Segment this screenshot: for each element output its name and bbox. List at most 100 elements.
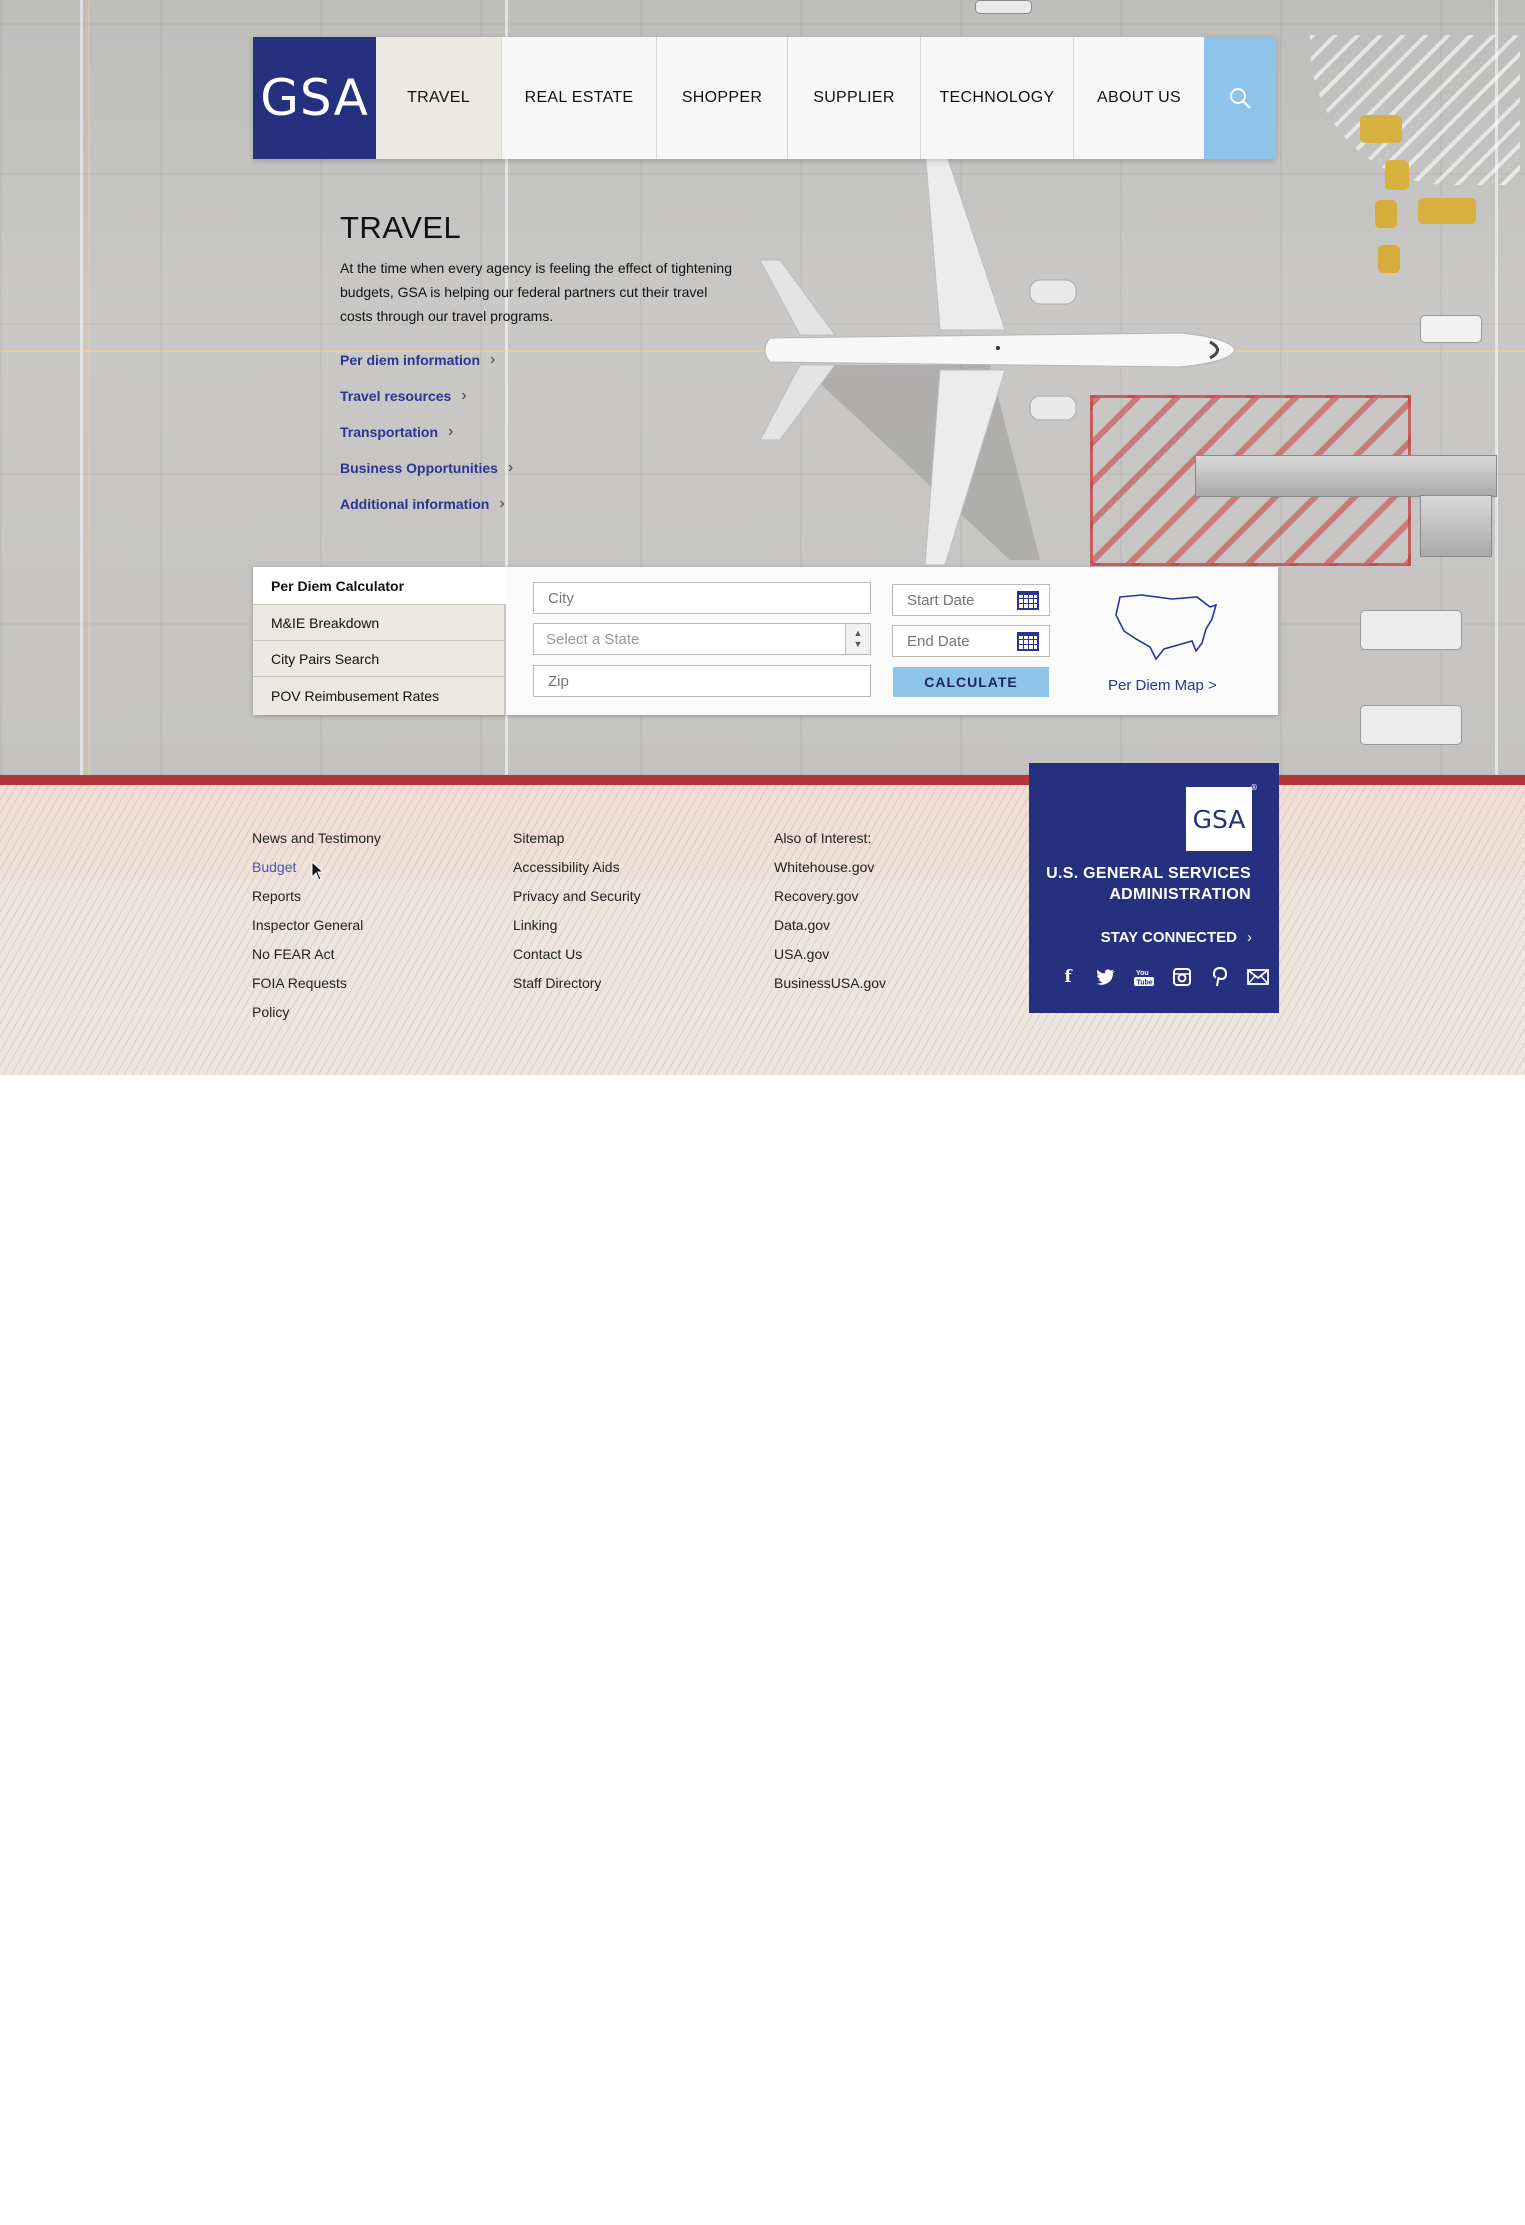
jet-bridge-head: [1420, 495, 1492, 557]
link-travel-resources[interactable]: Travel resources ›: [340, 378, 740, 414]
twitter-icon[interactable]: [1087, 966, 1125, 988]
chevron-right-icon: ›: [1247, 929, 1252, 946]
footer-link-recovery[interactable]: Recovery.gov: [774, 886, 886, 915]
link-label: Transportation: [340, 424, 439, 440]
tab-per-diem-calculator[interactable]: Per Diem Calculator: [253, 567, 506, 605]
spinner-up-icon: ▲: [853, 628, 863, 638]
calendar-icon[interactable]: [1017, 632, 1039, 651]
tab-pov-reimbursement-rates[interactable]: POV Reimbusement Rates: [253, 677, 506, 715]
gsa-brand-box: GSA ® U.S. GENERAL SERVICES ADMINISTRATI…: [1029, 763, 1279, 1013]
search-icon: [1230, 88, 1251, 109]
footer-link-policy[interactable]: Policy: [252, 1002, 381, 1031]
chevron-right-icon: ›: [490, 351, 496, 368]
also-of-interest-heading: Also of Interest:: [774, 830, 872, 846]
calendar-icon[interactable]: [1017, 591, 1039, 610]
city-input[interactable]: [546, 588, 870, 608]
footer-column-3: Also of Interest: Whitehouse.gov Recover…: [774, 828, 886, 1002]
link-additional-information[interactable]: Additional information ›: [340, 486, 740, 522]
footer-link-reports[interactable]: Reports: [252, 886, 381, 915]
agency-name: U.S. GENERAL SERVICES ADMINISTRATION: [1046, 863, 1251, 905]
link-label: Per diem information: [340, 352, 481, 368]
ground-vehicle: [1418, 198, 1476, 224]
city-field[interactable]: [533, 582, 871, 614]
facebook-icon[interactable]: f: [1049, 966, 1087, 988]
link-label: Travel resources: [340, 388, 452, 404]
link-per-diem-information[interactable]: Per diem information ›: [340, 342, 740, 378]
link-transportation[interactable]: Transportation ›: [340, 414, 740, 450]
tab-city-pairs-search[interactable]: City Pairs Search: [253, 641, 506, 677]
agency-name-line1: U.S. GENERAL SERVICES: [1046, 865, 1251, 882]
nav-real-estate[interactable]: REAL ESTATE: [502, 37, 657, 159]
youtube-icon[interactable]: You Tube: [1125, 966, 1163, 988]
state-select-value: Select a State: [546, 630, 640, 648]
us-map-icon[interactable]: [1112, 585, 1222, 665]
footer-link-no-fear-act[interactable]: No FEAR Act: [252, 944, 381, 973]
instagram-icon[interactable]: [1163, 966, 1201, 988]
footer-link-businessusa[interactable]: BusinessUSA.gov: [774, 973, 886, 1002]
svg-text:Tube: Tube: [1137, 980, 1153, 987]
ground-vehicle: [975, 0, 1032, 14]
footer-link-staff-directory[interactable]: Staff Directory: [513, 973, 641, 1002]
ground-vehicle: [1375, 200, 1397, 228]
page-title: TRAVEL: [340, 210, 462, 245]
footer-column-2: Sitemap Accessibility Aids Privacy and S…: [513, 828, 641, 1002]
zip-input[interactable]: [546, 671, 870, 691]
ground-vehicle: [1420, 315, 1482, 343]
nav-travel[interactable]: TRAVEL: [376, 37, 502, 159]
footer-link-news-and-testimony[interactable]: News and Testimony: [252, 828, 381, 857]
gsa-footer-logo-text: GSA: [1192, 804, 1246, 834]
footer-link-whitehouse[interactable]: Whitehouse.gov: [774, 857, 886, 886]
state-select[interactable]: Select a State ▲ ▼: [533, 623, 871, 655]
calculator-tabs: Per Diem Calculator M&IE Breakdown City …: [253, 567, 506, 715]
ground-vehicle: [1360, 705, 1462, 745]
footer-link-contact-us[interactable]: Contact Us: [513, 944, 641, 973]
ground-vehicle: [1385, 160, 1409, 190]
intro-description: At the time when every agency is feeling…: [340, 260, 732, 324]
footer-link-usa-gov[interactable]: USA.gov: [774, 944, 886, 973]
chevron-right-icon: ›: [507, 459, 514, 476]
tab-mie-breakdown[interactable]: M&IE Breakdown: [253, 605, 506, 641]
nav-supplier[interactable]: SUPPLIER: [788, 37, 921, 159]
search-button[interactable]: [1204, 37, 1276, 159]
svg-text:You: You: [1136, 970, 1149, 977]
apron-line: [80, 0, 83, 775]
footer-link-foia-requests[interactable]: FOIA Requests: [252, 973, 381, 1002]
footer: [0, 785, 1525, 1075]
spinner-down-icon: ▼: [853, 639, 863, 649]
footer-link-inspector-general[interactable]: Inspector General: [252, 915, 381, 944]
main-nav: GSA TRAVEL REAL ESTATE SHOPPER SUPPLIER …: [253, 37, 1276, 159]
email-icon[interactable]: [1239, 966, 1277, 988]
link-label: Business Opportunities: [340, 460, 498, 476]
state-select-spinner[interactable]: ▲ ▼: [845, 624, 870, 654]
zip-field[interactable]: [533, 665, 871, 697]
chevron-right-icon: ›: [499, 495, 505, 512]
ground-vehicle: [1378, 245, 1400, 273]
gsa-logo[interactable]: GSA: [253, 37, 376, 159]
per-diem-map-link[interactable]: Per Diem Map >: [1108, 677, 1217, 694]
hatched-area: [1310, 35, 1520, 185]
nav-shopper[interactable]: SHOPPER: [657, 37, 788, 159]
nav-about-us[interactable]: ABOUT US: [1074, 37, 1204, 159]
nav-technology[interactable]: TECHNOLOGY: [921, 37, 1074, 159]
footer-link-sitemap[interactable]: Sitemap: [513, 828, 641, 857]
pinterest-icon[interactable]: [1201, 966, 1239, 988]
social-links: f You Tube: [1049, 966, 1277, 988]
footer-red-bar: [0, 775, 1525, 785]
calculate-button[interactable]: CALCULATE: [893, 667, 1049, 697]
footer-link-linking[interactable]: Linking: [513, 915, 641, 944]
agency-name-line2: ADMINISTRATION: [1109, 886, 1251, 903]
apron-line: [88, 0, 90, 775]
chevron-right-icon: ›: [448, 423, 454, 440]
footer-link-data-gov[interactable]: Data.gov: [774, 915, 886, 944]
gsa-logo-text: GSA: [260, 69, 369, 127]
end-date-field[interactable]: [892, 625, 1050, 657]
footer-link-accessibility-aids[interactable]: Accessibility Aids: [513, 857, 641, 886]
start-date-field[interactable]: [892, 584, 1050, 616]
footer-link-privacy-and-security[interactable]: Privacy and Security: [513, 886, 641, 915]
gsa-footer-logo[interactable]: GSA ®: [1186, 783, 1258, 851]
ground-vehicle: [1360, 115, 1402, 143]
link-business-opportunities[interactable]: Business Opportunities ›: [340, 450, 740, 486]
chevron-right-icon: ›: [461, 387, 467, 404]
mouse-cursor-icon: [311, 861, 325, 881]
stay-connected-link[interactable]: STAY CONNECTED ›: [1101, 929, 1252, 946]
